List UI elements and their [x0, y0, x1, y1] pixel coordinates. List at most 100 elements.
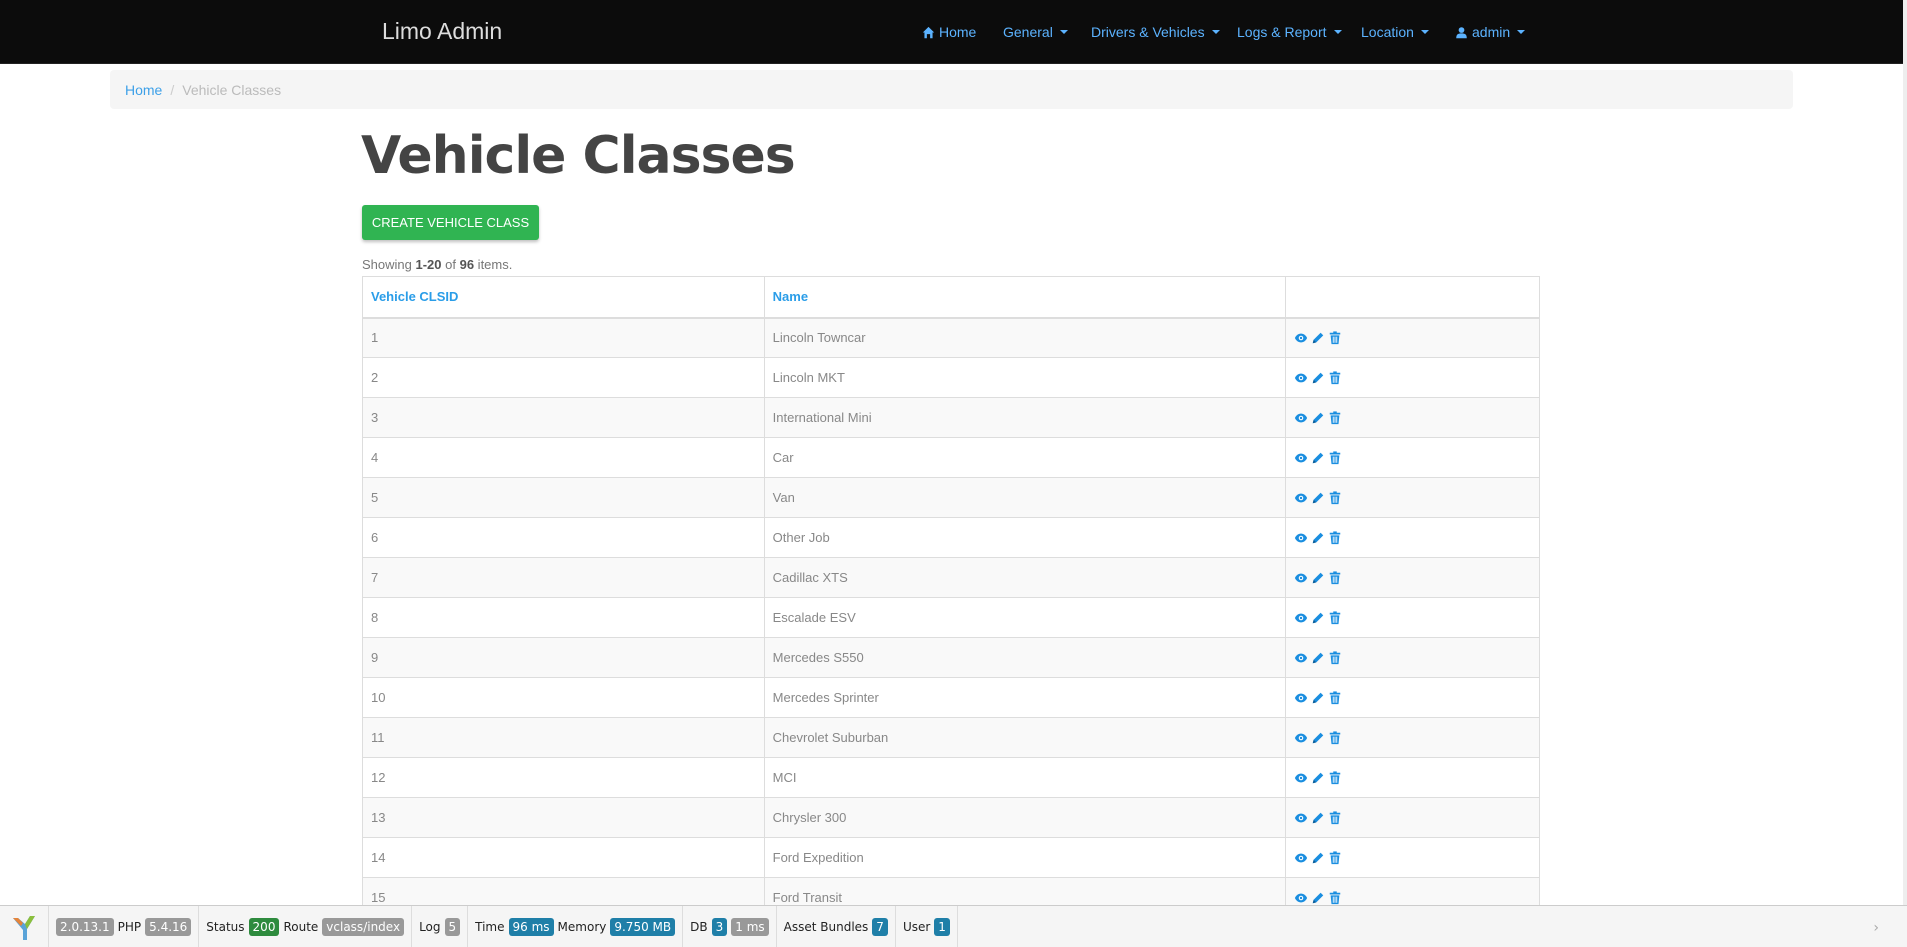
trash-icon: [1328, 570, 1342, 585]
edit-button[interactable]: [1311, 691, 1325, 705]
toolbar-user[interactable]: User 1: [896, 906, 958, 947]
delete-button[interactable]: [1328, 450, 1342, 465]
toolbar-log[interactable]: Log 5: [412, 906, 469, 947]
eye-icon: [1294, 611, 1308, 625]
cell-name: Car: [763, 437, 1287, 478]
view-button[interactable]: [1294, 371, 1308, 385]
view-button[interactable]: [1294, 691, 1308, 705]
delete-button[interactable]: [1328, 650, 1342, 665]
delete-button[interactable]: [1328, 890, 1342, 905]
edit-button[interactable]: [1311, 851, 1325, 865]
cell-clsid: 8: [362, 597, 765, 638]
db-count-badge: 3: [711, 917, 728, 936]
delete-button[interactable]: [1328, 530, 1342, 545]
vehicle-classes-table: Vehicle CLSID Name 1 Lincoln Towncar 2 Linc…: [362, 276, 1540, 918]
bundles-label: Asset Bundles: [783, 919, 869, 934]
page-scrollbar[interactable]: [1903, 0, 1907, 905]
cell-name: Cadillac XTS: [763, 557, 1287, 598]
edit-button[interactable]: [1311, 331, 1325, 345]
view-button[interactable]: [1294, 451, 1308, 465]
view-button[interactable]: [1294, 491, 1308, 505]
view-button[interactable]: [1294, 731, 1308, 745]
row-actions: [1294, 890, 1531, 905]
route-badge: vclass/index: [322, 917, 405, 936]
delete-button[interactable]: [1328, 610, 1342, 625]
create-vehicle-class-button[interactable]: CREATE VEHICLE CLASS: [362, 205, 539, 240]
brand-link[interactable]: Limo Admin: [382, 18, 502, 45]
log-label: Log: [419, 919, 441, 934]
table-header-row: Vehicle CLSID Name: [362, 276, 1540, 319]
nav-logs-report[interactable]: Logs & Report: [1237, 24, 1342, 40]
view-button[interactable]: [1294, 331, 1308, 345]
nav-general-label: General: [1003, 24, 1053, 40]
delete-button[interactable]: [1328, 690, 1342, 705]
pencil-icon: [1311, 491, 1325, 505]
summary-of: of: [441, 257, 460, 272]
row-actions: [1294, 770, 1531, 785]
nav-location[interactable]: Location: [1361, 24, 1429, 40]
delete-button[interactable]: [1328, 850, 1342, 865]
delete-button[interactable]: [1328, 331, 1342, 345]
edit-button[interactable]: [1311, 451, 1325, 465]
yii-logo-icon[interactable]: [0, 906, 49, 947]
delete-button[interactable]: [1328, 730, 1342, 745]
edit-button[interactable]: [1311, 651, 1325, 665]
table-row: 4 Car: [362, 437, 1540, 478]
nav-general[interactable]: General: [1003, 24, 1068, 40]
trash-icon: [1328, 690, 1342, 705]
table-body: 1 Lincoln Towncar 2 Lincoln MKT 3 Internation…: [362, 317, 1540, 918]
edit-button[interactable]: [1311, 531, 1325, 545]
edit-button[interactable]: [1311, 771, 1325, 785]
view-button[interactable]: [1294, 611, 1308, 625]
row-actions: [1294, 650, 1531, 665]
pencil-icon: [1311, 811, 1325, 825]
breadcrumb-home-link[interactable]: Home: [125, 82, 162, 98]
summary-prefix: Showing: [362, 257, 416, 272]
edit-button[interactable]: [1311, 811, 1325, 825]
summary-total: 96: [459, 257, 475, 272]
column-header-clsid[interactable]: Vehicle CLSID: [362, 276, 765, 319]
debug-toolbar: 2.0.13.1 PHP 5.4.16 Status 200 Route vcl…: [0, 905, 1907, 947]
edit-button[interactable]: [1311, 891, 1325, 905]
nav-drivers-vehicles[interactable]: Drivers & Vehicles: [1091, 24, 1220, 40]
edit-button[interactable]: [1311, 491, 1325, 505]
view-button[interactable]: [1294, 571, 1308, 585]
nav-home[interactable]: Home: [922, 24, 976, 40]
view-button[interactable]: [1294, 651, 1308, 665]
toolbar-db[interactable]: DB 3 1 ms: [683, 906, 777, 947]
pencil-icon: [1311, 731, 1325, 745]
edit-button[interactable]: [1311, 371, 1325, 385]
delete-button[interactable]: [1328, 810, 1342, 825]
pencil-icon: [1311, 891, 1325, 905]
edit-button[interactable]: [1311, 411, 1325, 425]
toolbar-collapse-icon[interactable]: ›: [1873, 920, 1879, 936]
view-button[interactable]: [1294, 411, 1308, 425]
delete-button[interactable]: [1328, 410, 1342, 425]
nav-user-menu[interactable]: admin: [1455, 24, 1526, 40]
edit-button[interactable]: [1311, 611, 1325, 625]
toolbar-request[interactable]: Status 200 Route vclass/index: [199, 906, 413, 947]
row-actions: [1294, 730, 1531, 745]
view-button[interactable]: [1294, 811, 1308, 825]
cell-clsid: 3: [362, 397, 765, 438]
toolbar-versions[interactable]: 2.0.13.1 PHP 5.4.16: [49, 906, 200, 947]
delete-button[interactable]: [1328, 770, 1342, 785]
cell-actions: [1285, 477, 1540, 518]
toolbar-profiling[interactable]: Time 96 ms Memory 9.750 MB: [468, 906, 684, 947]
delete-button[interactable]: [1328, 490, 1342, 505]
edit-button[interactable]: [1311, 571, 1325, 585]
view-button[interactable]: [1294, 531, 1308, 545]
edit-button[interactable]: [1311, 731, 1325, 745]
delete-button[interactable]: [1328, 570, 1342, 585]
view-button[interactable]: [1294, 771, 1308, 785]
view-button[interactable]: [1294, 891, 1308, 905]
view-button[interactable]: [1294, 851, 1308, 865]
trash-icon: [1328, 490, 1342, 505]
delete-button[interactable]: [1328, 370, 1342, 385]
trash-icon: [1328, 850, 1342, 865]
table-row: 14 Ford Expedition: [362, 837, 1540, 878]
cell-clsid: 2: [362, 357, 765, 398]
eye-icon: [1294, 411, 1308, 425]
column-header-name[interactable]: Name: [763, 276, 1287, 319]
toolbar-asset-bundles[interactable]: Asset Bundles 7: [777, 906, 896, 947]
